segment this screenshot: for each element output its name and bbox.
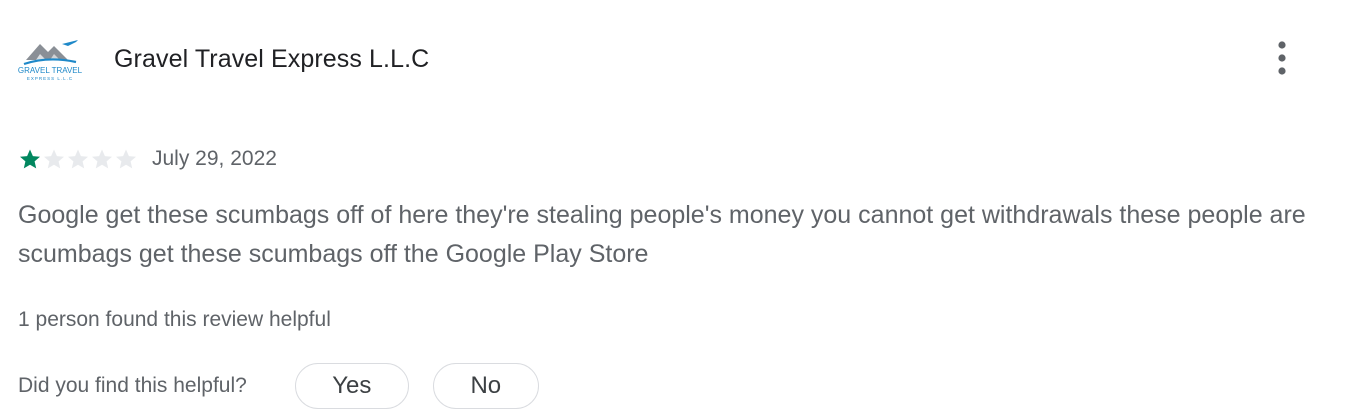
reviewer-avatar: GRAVEL TRAVEL EXPRESS L.L.C	[18, 34, 82, 84]
helpful-question: Did you find this helpful?	[18, 374, 247, 397]
star-empty-icon	[44, 149, 64, 169]
gravel-travel-logo-icon: GRAVEL TRAVEL EXPRESS L.L.C	[18, 40, 82, 81]
review-text: Google get these scumbags off of here th…	[18, 201, 1306, 268]
star-empty-icon	[116, 149, 136, 169]
star-empty-icon	[92, 149, 112, 169]
reviewer-name: Gravel Travel Express L.L.C	[114, 44, 430, 73]
rating-row: July 29, 2022	[18, 144, 277, 174]
star-empty-icon	[68, 149, 88, 169]
review-date: July 29, 2022	[152, 147, 277, 170]
helpful-feedback: Did you find this helpful? Yes No	[18, 362, 539, 410]
star-rating	[18, 147, 138, 171]
review-card: GRAVEL TRAVEL EXPRESS L.L.C Gravel Trave…	[0, 0, 1354, 414]
avatar-subtext: EXPRESS L.L.C	[27, 76, 73, 81]
review-header: GRAVEL TRAVEL EXPRESS L.L.C Gravel Trave…	[18, 34, 429, 84]
more-vert-icon	[1278, 41, 1286, 75]
yes-button[interactable]: Yes	[294, 363, 409, 409]
helpful-count: 1 person found this review helpful	[18, 308, 331, 331]
star-filled-icon	[20, 149, 40, 169]
no-button[interactable]: No	[432, 363, 539, 409]
avatar-text: GRAVEL TRAVEL	[18, 66, 82, 75]
more-options-button[interactable]	[1264, 36, 1300, 80]
